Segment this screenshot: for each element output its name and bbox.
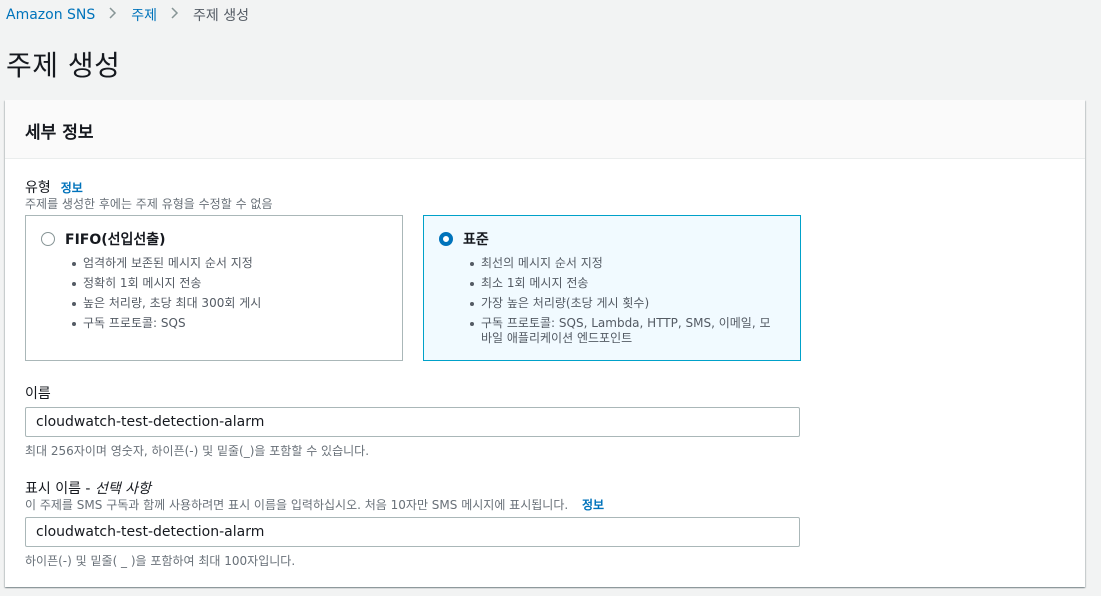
- type-label: 유형: [25, 180, 51, 196]
- type-info-link[interactable]: 정보: [61, 179, 83, 196]
- display-name-input[interactable]: [25, 517, 800, 547]
- list-item: 최소 1회 메시지 전송: [470, 276, 775, 291]
- display-name-hint: 하이픈(-) 및 밑줄( _ )을 포함하여 최대 100자입니다.: [25, 554, 296, 568]
- radio-tile-fifo[interactable]: FIFO(선입선출) 엄격하게 보존된 메시지 순서 지정 정확히 1회 메시지…: [25, 215, 403, 361]
- name-label-row: 이름: [25, 383, 51, 403]
- list-item: 구독 프로토콜: SQS, Lambda, HTTP, SMS, 이메일, 모바…: [470, 316, 775, 346]
- display-name-description-text: 이 주제를 SMS 구독과 함께 사용하려면 표시 이름을 입력하십시오. 처음…: [25, 498, 569, 512]
- radio-button-fifo[interactable]: [41, 232, 55, 246]
- standard-features-list: 최선의 메시지 순서 지정 최소 1회 메시지 전송 가장 높은 처리량(초당 …: [439, 256, 785, 346]
- name-label: 이름: [25, 386, 51, 402]
- list-item: 구독 프로토콜: SQS: [72, 316, 387, 331]
- list-item: 가장 높은 처리량(초당 게시 횟수): [470, 296, 775, 311]
- list-item: 높은 처리량, 초당 최대 300회 게시: [72, 296, 387, 311]
- details-card: 세부 정보 유형 정보 주제를 생성한 후에는 주제 유형을 수정할 수 없음 …: [5, 100, 1085, 587]
- fifo-features-list: 엄격하게 보존된 메시지 순서 지정 정확히 1회 메시지 전송 높은 처리량,…: [41, 256, 387, 331]
- breadcrumb-link-topics[interactable]: 주제: [131, 5, 157, 25]
- optional-marker: 선택 사항: [94, 481, 151, 497]
- breadcrumb-link-sns[interactable]: Amazon SNS: [6, 7, 95, 23]
- list-item: 정확히 1회 메시지 전송: [72, 276, 387, 291]
- type-label-row: 유형 정보: [25, 177, 83, 197]
- display-name-label-text: 표시 이름 -: [25, 481, 95, 497]
- chevron-right-icon: [171, 7, 179, 23]
- card-title: 세부 정보: [25, 123, 94, 143]
- name-input[interactable]: [25, 407, 800, 437]
- display-name-info-link[interactable]: 정보: [582, 498, 604, 512]
- tile-title-fifo: FIFO(선입선출): [65, 232, 166, 248]
- list-item: 최선의 메시지 순서 지정: [470, 256, 775, 271]
- chevron-right-icon: [109, 7, 117, 23]
- breadcrumb-current: 주제 생성: [193, 8, 250, 24]
- radio-tile-standard[interactable]: 표준 최선의 메시지 순서 지정 최소 1회 메시지 전송 가장 높은 처리량(…: [423, 215, 801, 361]
- page-title: 주제 생성: [6, 49, 121, 82]
- list-item: 엄격하게 보존된 메시지 순서 지정: [72, 256, 387, 271]
- radio-button-standard[interactable]: [439, 232, 453, 246]
- type-description: 주제를 생성한 후에는 주제 유형을 수정할 수 없음: [25, 197, 273, 211]
- display-name-description: 이 주제를 SMS 구독과 함께 사용하려면 표시 이름을 입력하십시오. 처음…: [25, 496, 604, 513]
- breadcrumb: Amazon SNS 주제 주제 생성: [6, 6, 249, 24]
- card-header: 세부 정보: [5, 100, 1085, 159]
- tile-title-standard: 표준: [463, 232, 489, 248]
- display-name-label-row: 표시 이름 - 선택 사항: [25, 478, 151, 498]
- display-name-label: 표시 이름 - 선택 사항: [25, 478, 151, 498]
- name-hint: 최대 256자이며 영숫자, 하이픈(-) 및 밑줄(_)을 포함할 수 있습니…: [25, 444, 370, 458]
